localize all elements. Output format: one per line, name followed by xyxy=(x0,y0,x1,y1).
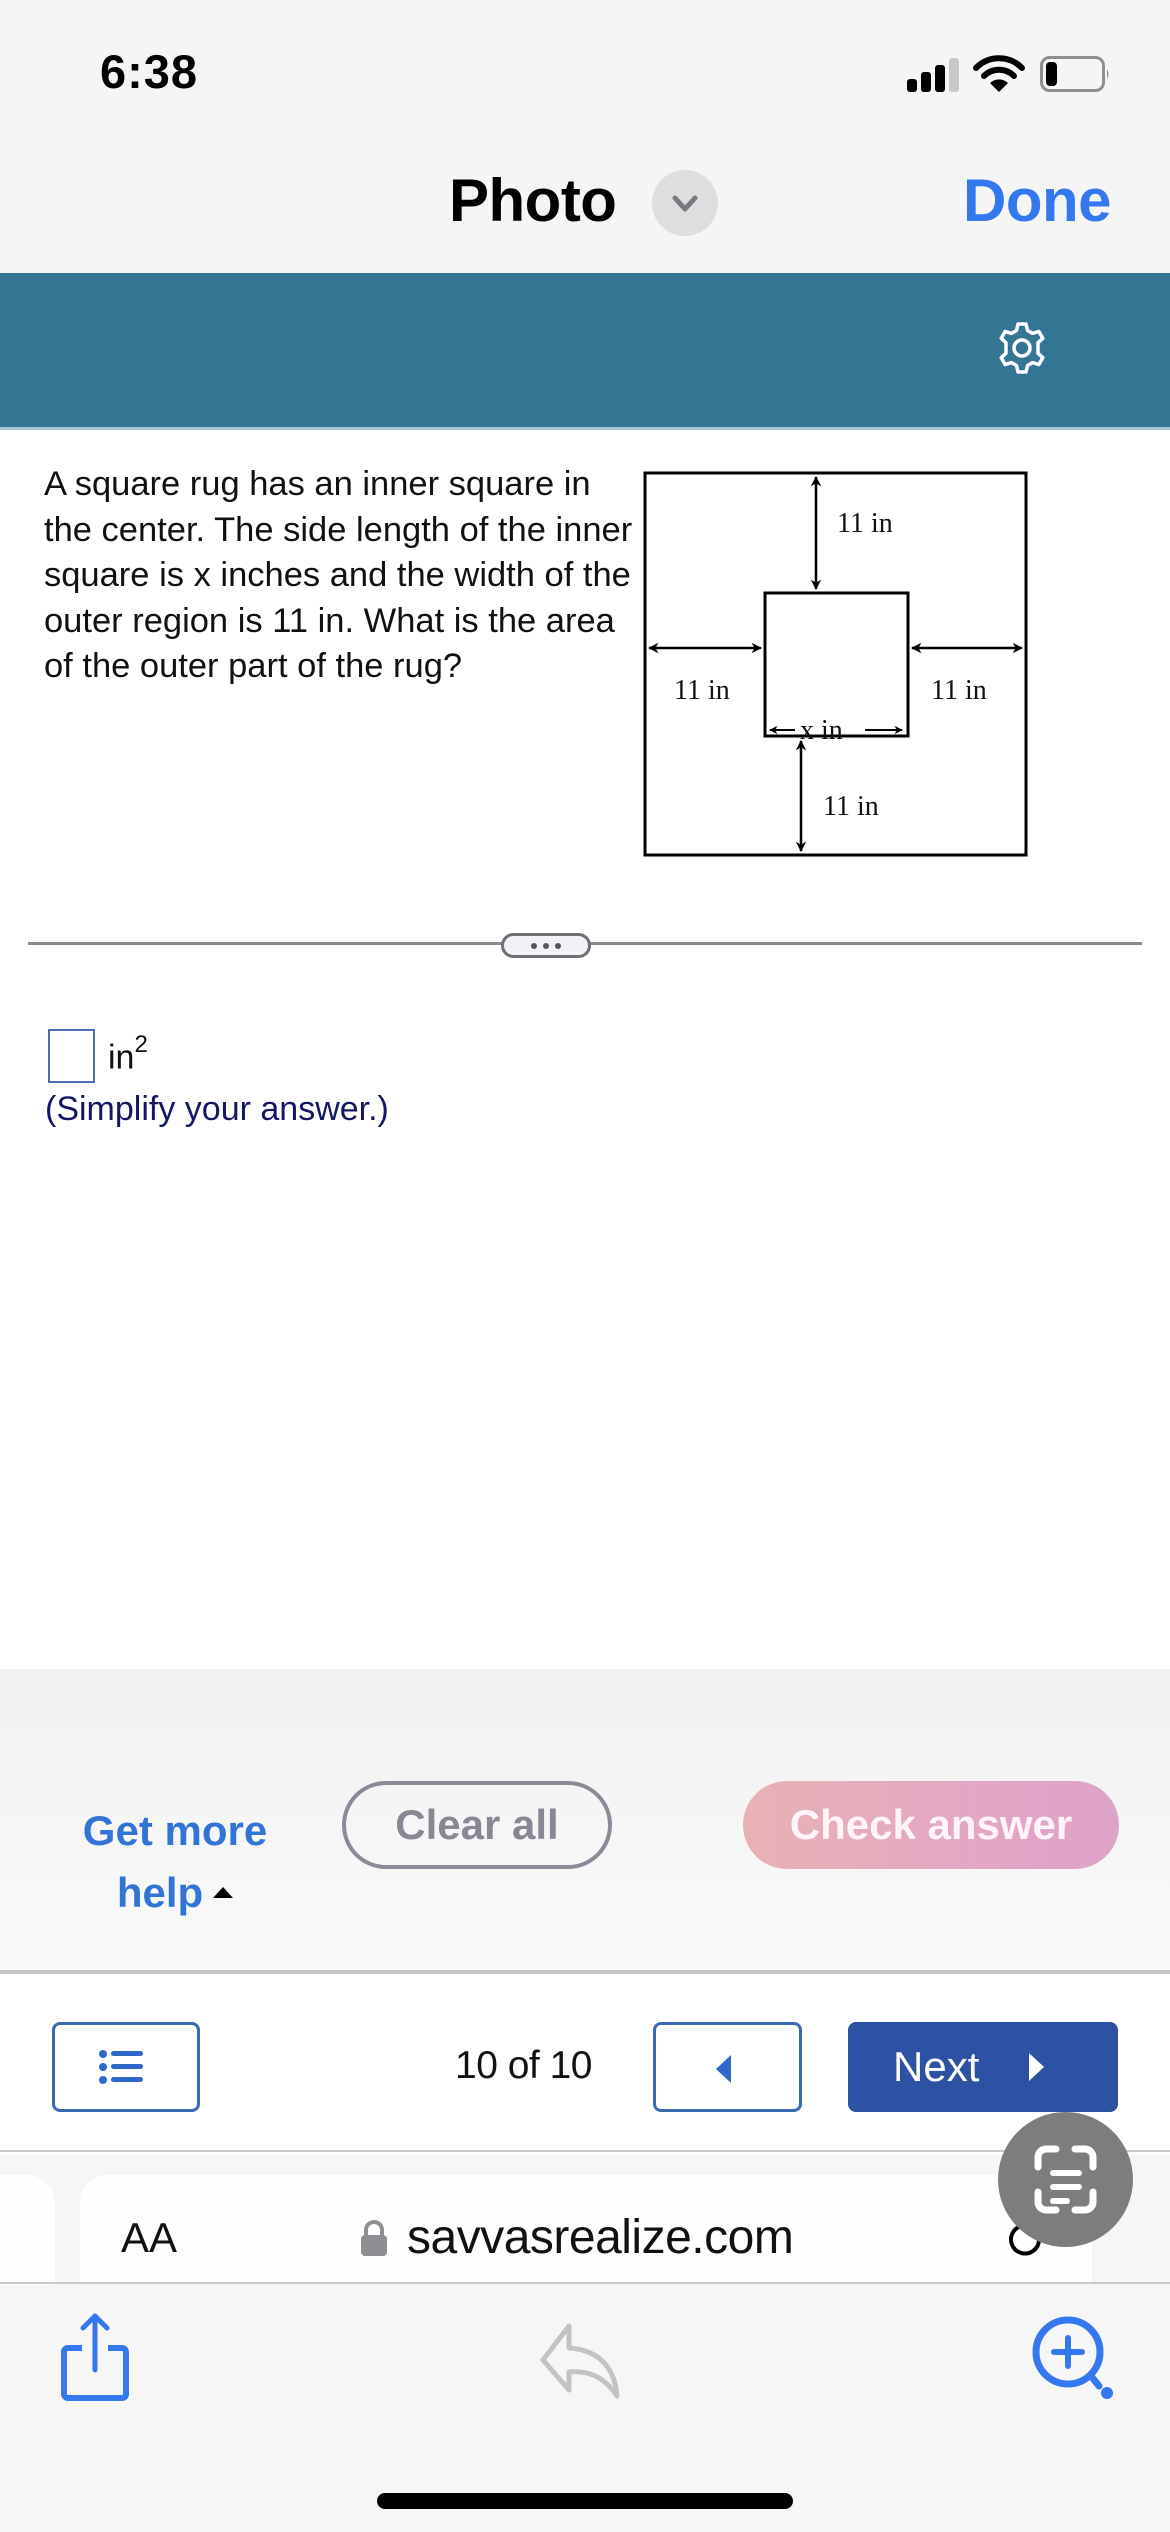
answer-unit: in2 xyxy=(108,1031,148,1077)
share-icon[interactable] xyxy=(55,2310,135,2405)
clear-all-button[interactable]: Clear all xyxy=(342,1781,612,1869)
top-width-label: 11 in xyxy=(837,508,893,539)
answer-input[interactable] xyxy=(48,1029,95,1083)
caret-up-icon xyxy=(213,1887,234,1899)
inner-side-label: x in xyxy=(800,715,843,746)
reply-icon[interactable] xyxy=(535,2320,625,2400)
question-list-button[interactable] xyxy=(52,2022,200,2112)
status-time: 6:38 xyxy=(100,45,199,98)
question-text: A square rug has an inner square in the … xyxy=(44,465,633,685)
title-menu-button[interactable] xyxy=(652,170,718,236)
home-indicator[interactable] xyxy=(377,2493,793,2509)
wifi-icon xyxy=(973,55,1025,92)
get-more-help-label: Get more xyxy=(82,1807,268,1854)
next-question-button[interactable]: Next xyxy=(848,2022,1118,2112)
previous-tab-peek[interactable] xyxy=(0,2175,55,2285)
triangle-right-icon xyxy=(1029,2053,1045,2081)
ellipsis-dot xyxy=(543,942,549,949)
ellipsis-dot xyxy=(555,942,561,949)
battery-low-icon xyxy=(1040,56,1109,92)
right-width-label: 11 in xyxy=(931,675,987,706)
rug-diagram: 11 in 11 in 11 in 11 in x in xyxy=(643,471,1028,857)
ellipsis-icon xyxy=(531,942,537,949)
zoom-in-icon[interactable] xyxy=(1025,2310,1120,2402)
chevron-down-icon xyxy=(672,195,698,212)
live-text-scan-button[interactable] xyxy=(998,2112,1133,2247)
bottom-width-label: 11 in xyxy=(823,791,879,822)
expand-handle-button[interactable] xyxy=(501,933,591,958)
live-text-scan-icon xyxy=(1034,2145,1097,2214)
left-width-label: 11 in xyxy=(674,675,730,706)
page-count: 10 of 10 xyxy=(455,2044,592,2087)
answer-hint: (Simplify your answer.) xyxy=(45,1090,389,1128)
previous-question-button[interactable] xyxy=(653,2022,802,2112)
url-text[interactable]: savvasrealize.com xyxy=(407,2210,794,2265)
unit-base: in xyxy=(108,1038,135,1077)
get-more-help-link[interactable]: Get more help xyxy=(60,1800,290,1924)
text-size-button[interactable]: AA xyxy=(121,2214,177,2262)
nav-title: Photo xyxy=(449,167,617,234)
get-more-help-label-2: help xyxy=(116,1869,204,1916)
cellular-signal-icon xyxy=(907,57,959,92)
check-answer-button[interactable]: Check answer xyxy=(743,1781,1119,1869)
done-button[interactable]: Done xyxy=(963,166,1112,235)
next-label: Next xyxy=(893,2043,980,2090)
toolbar-divider xyxy=(0,2282,1170,2284)
lock-icon xyxy=(361,2220,387,2256)
triangle-left-icon xyxy=(716,2055,731,2083)
question-list-icon xyxy=(99,2050,143,2084)
gear-icon[interactable] xyxy=(994,320,1050,376)
unit-exponent: 2 xyxy=(134,1031,148,1058)
